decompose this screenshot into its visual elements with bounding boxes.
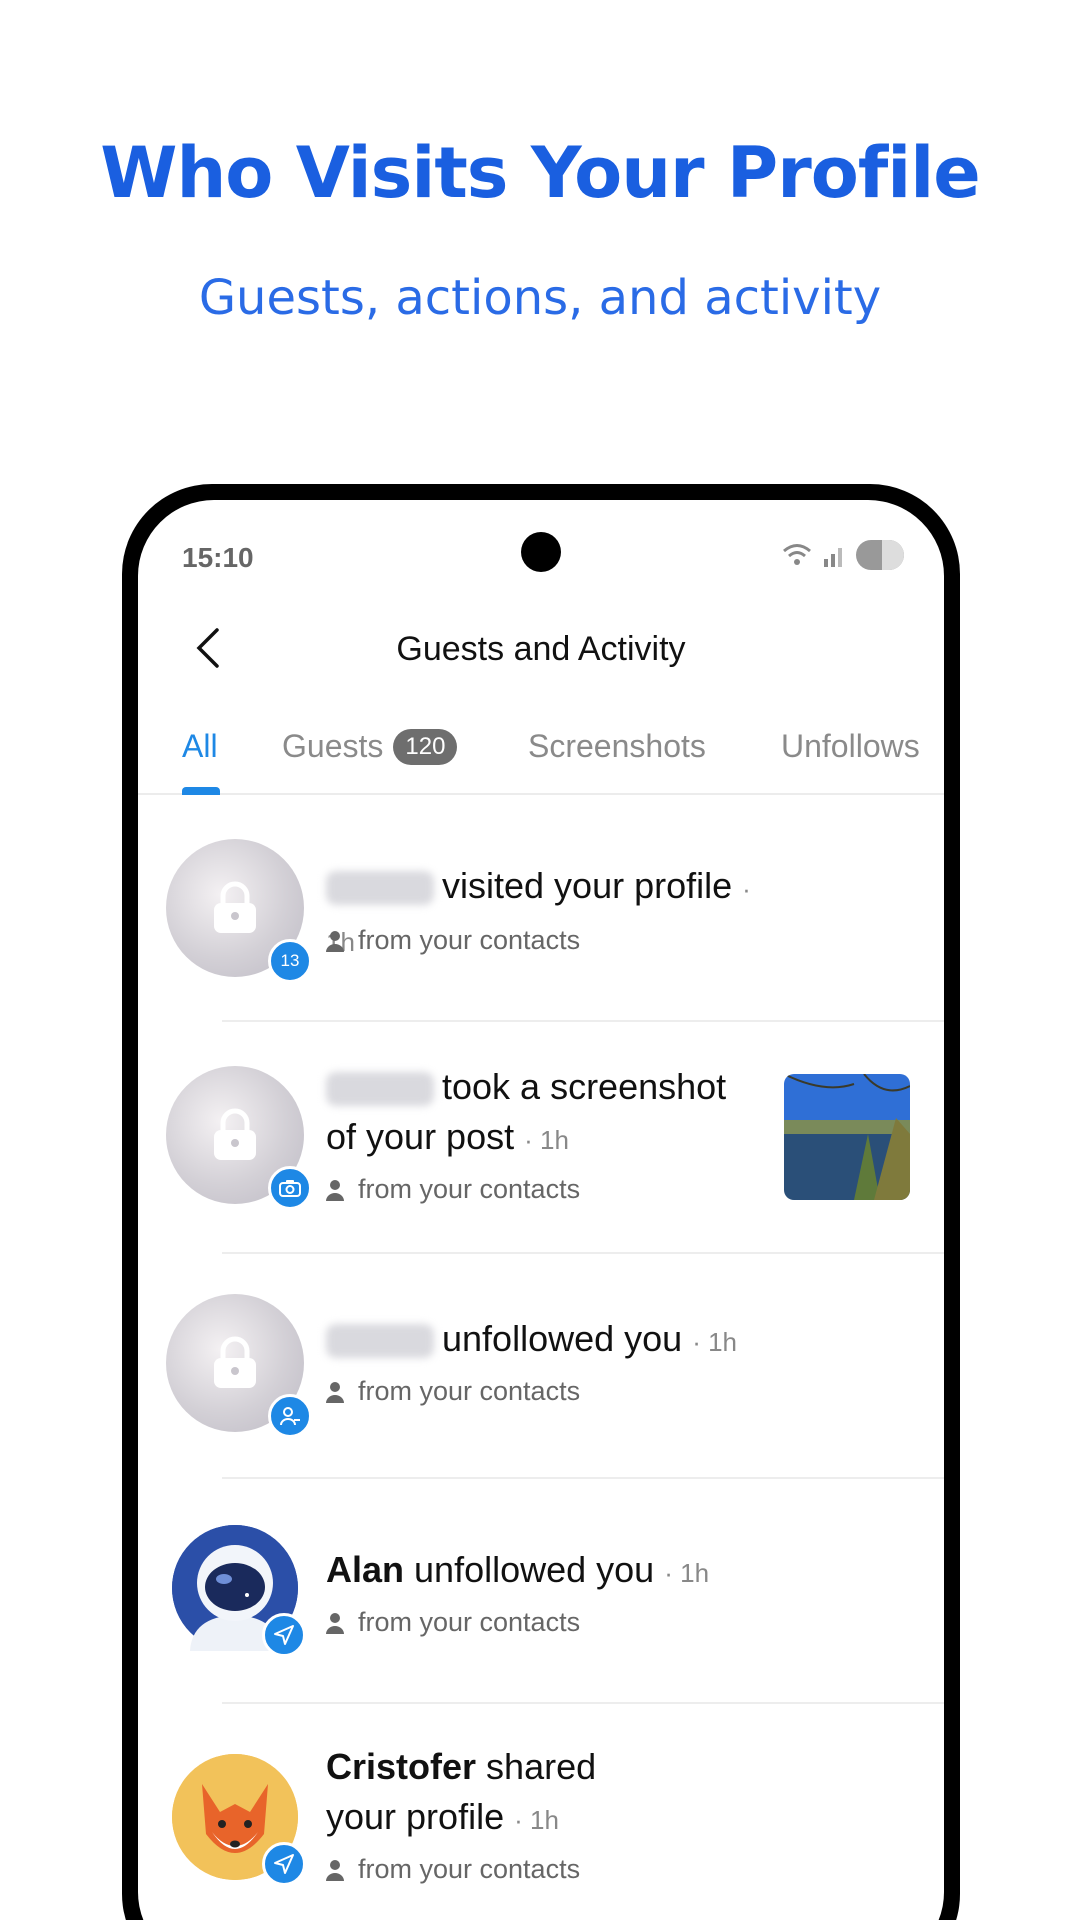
- item-time: 1h: [708, 1327, 737, 1357]
- lock-icon: [214, 1108, 256, 1160]
- send-icon: [274, 1625, 294, 1645]
- item-source: from your contacts: [326, 925, 580, 956]
- hero-title: Who Visits Your Profile: [100, 132, 981, 214]
- lock-icon: [214, 881, 256, 933]
- status-icons: [782, 540, 904, 570]
- signal-icon: [824, 548, 842, 567]
- item-name: Cristofer: [326, 1746, 477, 1787]
- status-time: 15:10: [182, 542, 254, 573]
- app-header: Guests and Activity: [138, 600, 944, 710]
- person-icon: [326, 1381, 344, 1403]
- blurred-name: [326, 1324, 434, 1359]
- tab-all[interactable]: All: [182, 728, 218, 765]
- camera-icon: [279, 1180, 301, 1197]
- user-minus-icon: [280, 1407, 300, 1426]
- tab-unfollows[interactable]: Unfollows: [781, 728, 920, 765]
- avatar: [172, 1525, 306, 1657]
- active-tab-indicator: [182, 787, 220, 795]
- tab-label: Guests: [282, 728, 384, 764]
- activity-list: 13 visited your profile · 1h from your c…: [138, 797, 944, 1920]
- item-text: Cristofer shared your profile · 1h: [326, 1746, 597, 1837]
- item-time: 1h: [680, 1558, 710, 1588]
- list-item[interactable]: unfollowed you · 1h from your contacts: [166, 1254, 944, 1479]
- blurred-name: [326, 1072, 434, 1107]
- tab-screenshots[interactable]: Screenshots: [528, 728, 706, 765]
- lock-icon: [214, 1336, 256, 1388]
- item-source: from your contacts: [326, 1607, 580, 1638]
- lake-photo-thumbnail: [784, 1074, 910, 1200]
- item-source-label: from your contacts: [358, 1854, 581, 1884]
- item-action: unfollowed you: [414, 1549, 655, 1590]
- visit-count-badge: 13: [268, 939, 312, 983]
- battery-icon: [856, 540, 904, 570]
- item-source: from your contacts: [326, 1854, 580, 1885]
- camera-cutout: [521, 532, 561, 572]
- avatar: 13: [166, 839, 312, 983]
- item-source-label: from your contacts: [358, 1174, 581, 1204]
- tab-guests[interactable]: Guests 120: [282, 728, 458, 765]
- wifi-icon: [783, 544, 811, 565]
- send-badge: [262, 1613, 306, 1657]
- page-title: Guests and Activity: [396, 630, 686, 668]
- item-action-cont: your profile: [326, 1796, 505, 1837]
- tab-label: Screenshots: [528, 728, 706, 764]
- item-time: 1h: [530, 1805, 559, 1835]
- item-source: from your contacts: [326, 1174, 580, 1205]
- blurred-name: [326, 871, 434, 906]
- phone-screen: 15:10 Guests and Activity All Guests 120: [138, 500, 944, 1920]
- item-time: 1h: [540, 1125, 569, 1155]
- tab-label: Unfollows: [781, 728, 920, 764]
- person-icon: [326, 1179, 344, 1201]
- guests-count-badge: 120: [393, 728, 458, 765]
- tab-bar: All Guests 120 Screenshots Unfollows: [138, 710, 944, 795]
- tab-label: All: [182, 728, 218, 764]
- item-action-cont: of your post: [326, 1116, 515, 1157]
- camera-badge: [268, 1166, 312, 1210]
- person-icon: [326, 1859, 344, 1881]
- item-text: Alan unfollowed you · 1h: [326, 1549, 710, 1590]
- list-item[interactable]: took a screenshot of your post · 1h from…: [166, 1022, 944, 1254]
- phone-frame: 15:10 Guests and Activity All Guests 120: [122, 484, 960, 1920]
- item-source-label: from your contacts: [358, 1376, 581, 1406]
- item-text: unfollowed you · 1h: [326, 1314, 766, 1367]
- item-action: visited your profile: [442, 865, 733, 906]
- unfollow-badge: [268, 1394, 312, 1438]
- item-source-label: from your contacts: [358, 925, 581, 955]
- item-action: took a screenshot: [442, 1066, 727, 1107]
- item-action: shared: [486, 1746, 597, 1787]
- item-text: took a screenshot of your post · 1h: [326, 1066, 727, 1157]
- person-icon: [326, 1612, 344, 1634]
- hero-subtitle: Guests, actions, and activity: [198, 270, 882, 326]
- avatar: [166, 1066, 312, 1210]
- list-item[interactable]: Cristofer shared your profile · 1h from …: [172, 1704, 944, 1920]
- item-source-label: from your contacts: [358, 1607, 581, 1637]
- list-item[interactable]: Alan unfollowed you · 1h from your conta…: [172, 1479, 944, 1704]
- status-bar: 15:10: [138, 500, 944, 580]
- send-badge: [262, 1842, 306, 1886]
- list-item[interactable]: 13 visited your profile · 1h from your c…: [166, 797, 944, 1022]
- avatar: [166, 1294, 312, 1438]
- send-icon: [274, 1854, 294, 1874]
- post-thumbnail[interactable]: [784, 1074, 910, 1200]
- avatar: [172, 1754, 306, 1886]
- person-icon: [326, 930, 344, 952]
- item-action: unfollowed you: [442, 1318, 683, 1359]
- item-source: from your contacts: [326, 1376, 580, 1407]
- item-name: Alan: [326, 1549, 405, 1590]
